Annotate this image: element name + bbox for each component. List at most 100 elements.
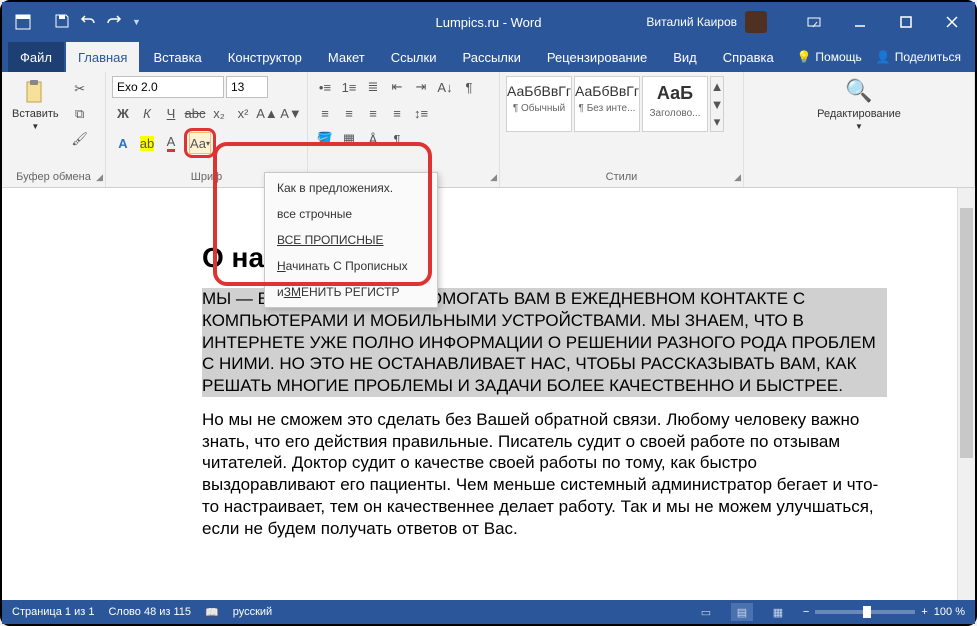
view-web-icon[interactable]: ▦	[767, 603, 789, 621]
paragraph-launcher-icon[interactable]: ◢	[490, 172, 497, 183]
paragraph-marks-button[interactable]: ¶	[386, 128, 408, 150]
close-button[interactable]	[929, 2, 975, 42]
ribbon-tabs: Файл Главная Вставка Конструктор Макет С…	[2, 42, 975, 72]
chevron-down-icon: ▼	[31, 122, 39, 131]
subscript-button[interactable]: x₂	[208, 102, 230, 124]
case-lowercase[interactable]: все строчные	[265, 201, 437, 227]
user-account[interactable]: Виталий Каиров	[646, 11, 767, 33]
underline-button[interactable]: Ч	[160, 102, 182, 124]
bold-button[interactable]: Ж	[112, 102, 134, 124]
user-name: Виталий Каиров	[646, 15, 737, 29]
scroll-thumb[interactable]	[960, 208, 973, 458]
status-words[interactable]: Слово 48 из 115	[108, 606, 191, 618]
change-case-menu: Как в предложениях. все строчные ВСЕ ПРО…	[264, 172, 438, 308]
zoom-handle[interactable]	[863, 606, 871, 618]
document-area[interactable]: О на МЫ — ЕРЖИМЫХ ИДЕЕЙ ПОМОГАТЬ ВАМ В Е…	[2, 188, 957, 600]
undo-icon[interactable]	[80, 13, 96, 32]
copy-button[interactable]: ⧉	[69, 103, 91, 125]
case-uppercase[interactable]: ВСЕ ПРОПИСНЫЕ	[265, 227, 437, 253]
multilevel-button[interactable]: ≣	[362, 76, 384, 98]
group-paragraph: •≡ 1≡ ≣ ⇤ ⇥ A↓ ¶ ≡ ≡ ≡ ≡ ↕≡ 🪣 ▦	[308, 72, 500, 187]
style-no-spacing[interactable]: АаБбВвГг ¶ Без инте...	[574, 76, 640, 132]
bullets-button[interactable]: •≡	[314, 76, 336, 98]
styles-scroll-down[interactable]: ▼	[711, 95, 723, 113]
shrink-font-button[interactable]: A▼	[280, 102, 302, 124]
tab-review[interactable]: Рецензирование	[535, 42, 659, 72]
styles-scroll-up[interactable]: ▲	[711, 77, 723, 95]
system-menu-icon[interactable]	[14, 13, 32, 31]
italic-button[interactable]: К	[136, 102, 158, 124]
save-icon[interactable]	[54, 13, 70, 32]
highlight-button[interactable]: ab	[136, 132, 158, 154]
increase-indent-button[interactable]: ⇥	[410, 76, 432, 98]
decrease-indent-button[interactable]: ⇤	[386, 76, 408, 98]
numbering-button[interactable]: 1≡	[338, 76, 360, 98]
group-label-styles: Стили	[506, 169, 737, 187]
text-effects-button[interactable]: A	[112, 132, 134, 154]
styles-expand[interactable]: ▾	[711, 113, 723, 131]
case-toggle[interactable]: иЗМЕНИТЬ РЕГИСТР	[265, 279, 437, 305]
zoom-out-button[interactable]: −	[803, 606, 809, 618]
styles-launcher-icon[interactable]: ◢	[734, 172, 741, 183]
redo-icon[interactable]	[106, 13, 122, 32]
tab-layout[interactable]: Макет	[316, 42, 377, 72]
justify-button[interactable]: ≡	[386, 102, 408, 124]
align-right-button[interactable]: ≡	[362, 102, 384, 124]
view-print-icon[interactable]: ▤	[731, 603, 753, 621]
status-page[interactable]: Страница 1 из 1	[12, 606, 94, 618]
style-heading1[interactable]: АаБ Заголово...	[642, 76, 708, 132]
grow-font-button[interactable]: A▲	[256, 102, 278, 124]
qat-customize-icon[interactable]: ▼	[132, 17, 141, 27]
cut-button[interactable]: ✂	[69, 78, 91, 100]
editing-button[interactable]: 🔍 Редактирование ▼	[813, 76, 905, 133]
sort-az-button[interactable]: Å	[362, 128, 384, 150]
maximize-button[interactable]	[883, 2, 929, 42]
shading-button[interactable]: 🪣	[314, 128, 336, 150]
quick-access-toolbar: ▼	[54, 13, 141, 32]
group-editing: 🔍 Редактирование ▼	[744, 72, 975, 187]
align-center-button[interactable]: ≡	[338, 102, 360, 124]
tab-home[interactable]: Главная	[66, 42, 139, 72]
style-normal[interactable]: АаБбВвГг ¶ Обычный	[506, 76, 572, 132]
case-sentence[interactable]: Как в предложениях.	[265, 175, 437, 201]
tab-references[interactable]: Ссылки	[379, 42, 449, 72]
vertical-scrollbar[interactable]	[957, 188, 975, 600]
zoom-value[interactable]: 100 %	[934, 606, 965, 618]
font-color-button[interactable]: A	[160, 132, 182, 154]
tab-design[interactable]: Конструктор	[216, 42, 314, 72]
tab-mailings[interactable]: Рассылки	[450, 42, 532, 72]
ribbon: Вставить ▼ ✂ ⧉ 🖌 Буфер обмена ◢ Exo 2.0 …	[2, 72, 975, 188]
case-capitalize[interactable]: Начинать С Прописных	[265, 253, 437, 279]
change-case-button[interactable]: Aa ▾	[189, 132, 211, 154]
sort-button[interactable]: A↓	[434, 76, 456, 98]
minimize-button[interactable]	[837, 2, 883, 42]
align-left-button[interactable]: ≡	[314, 102, 336, 124]
paste-button[interactable]: Вставить ▼	[8, 76, 63, 133]
tab-file[interactable]: Файл	[8, 42, 64, 72]
status-language[interactable]: русский	[233, 606, 272, 618]
zoom-in-button[interactable]: +	[921, 606, 927, 618]
clipboard-launcher-icon[interactable]: ◢	[96, 172, 103, 183]
font-size-combo[interactable]: 13	[226, 76, 268, 98]
tab-help[interactable]: Справка	[711, 42, 786, 72]
title-bar: ▼ Lumpics.ru - Word Виталий Каиров	[2, 2, 975, 42]
tab-insert[interactable]: Вставка	[141, 42, 213, 72]
group-font: Exo 2.0 13 Ж К Ч abc x₂ x² A▲ A▼ A ab A	[106, 72, 308, 187]
format-painter-button[interactable]: 🖌	[69, 128, 91, 150]
status-bar: Страница 1 из 1 Слово 48 из 115 📖 русски…	[2, 600, 975, 624]
superscript-button[interactable]: x²	[232, 102, 254, 124]
spellcheck-icon[interactable]: 📖	[205, 606, 219, 619]
font-name-combo[interactable]: Exo 2.0	[112, 76, 224, 98]
tab-view[interactable]: Вид	[661, 42, 709, 72]
zoom-slider[interactable]	[815, 610, 915, 614]
line-spacing-button[interactable]: ↕≡	[410, 102, 432, 124]
borders-button[interactable]: ▦	[338, 128, 360, 150]
doc-paragraph-2: Но мы не сможем это сделать без Вашей об…	[202, 409, 887, 540]
show-marks-button[interactable]: ¶	[458, 76, 480, 98]
zoom-control: − + 100 %	[803, 606, 965, 618]
ribbon-display-icon[interactable]	[791, 2, 837, 42]
share-button[interactable]: 👤Поделиться	[876, 50, 961, 64]
tell-me[interactable]: 💡Помощь	[796, 50, 861, 64]
strike-button[interactable]: abc	[184, 102, 206, 124]
view-read-icon[interactable]: ▭	[695, 603, 717, 621]
